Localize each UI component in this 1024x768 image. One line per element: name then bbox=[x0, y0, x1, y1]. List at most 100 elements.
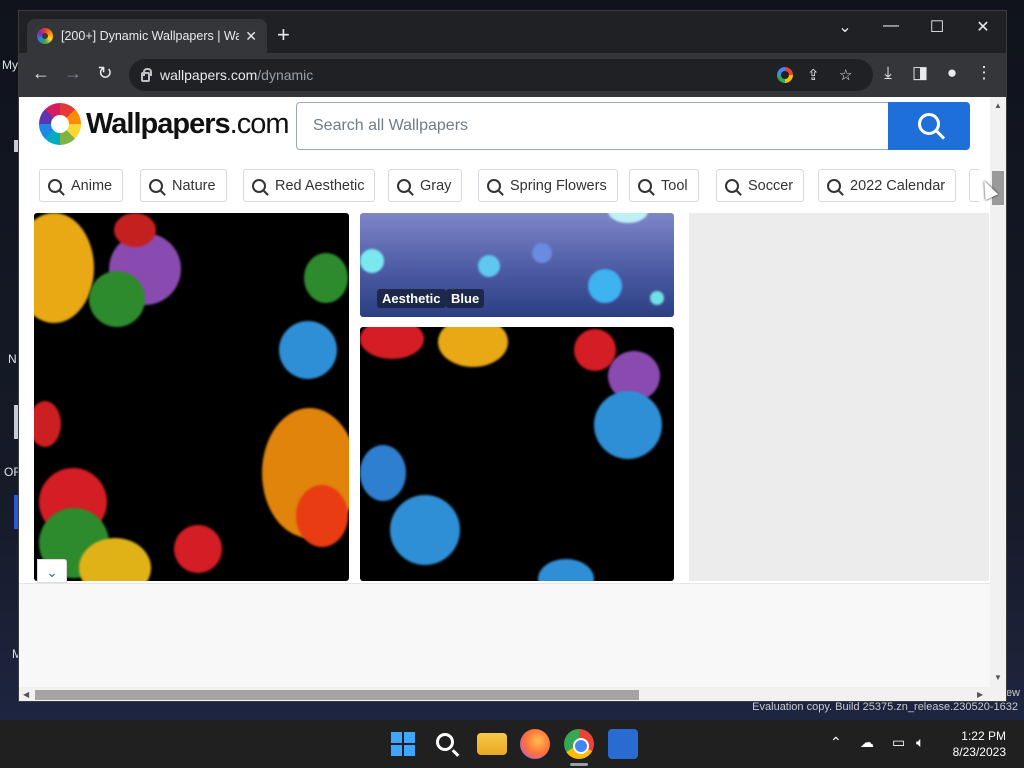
scroll-left-icon[interactable]: ◀ bbox=[23, 690, 29, 699]
network-icon[interactable]: ▭ bbox=[892, 734, 905, 751]
tray-overflow-icon[interactable]: ⌃ bbox=[830, 734, 842, 751]
page-footer-area bbox=[19, 583, 990, 687]
logo-wheel-icon bbox=[39, 103, 81, 145]
search-input[interactable]: Search all Wallpapers bbox=[296, 102, 889, 150]
google-icon[interactable] bbox=[777, 67, 793, 83]
evaluation-watermark: Evaluation copy. Build 25375.zn_release.… bbox=[752, 701, 1018, 713]
onedrive-icon[interactable]: ☁ bbox=[860, 734, 874, 751]
site-logo[interactable]: Wallpapers.com bbox=[39, 103, 289, 145]
site-header: Wallpapers.com Search all Wallpapers bbox=[19, 97, 990, 157]
tag-aesthetic[interactable]: Aesthetic bbox=[377, 289, 446, 308]
desktop-label: ew bbox=[1005, 687, 1020, 699]
bokeh-light bbox=[538, 559, 594, 581]
new-tab-button[interactable]: + bbox=[277, 23, 290, 47]
tab-search-button[interactable]: ⌄ bbox=[830, 17, 860, 37]
chip-partial[interactable] bbox=[969, 169, 979, 202]
search-icon bbox=[487, 178, 501, 193]
system-clock[interactable]: 1:22 PM 8/23/2023 bbox=[953, 728, 1006, 760]
taskbar-search-button[interactable] bbox=[432, 729, 462, 759]
tag-blue[interactable]: Blue bbox=[446, 289, 485, 308]
chip-nature[interactable]: Nature bbox=[140, 169, 227, 202]
chip-spring-flowers[interactable]: Spring Flowers bbox=[478, 169, 618, 202]
wallpaper-tile[interactable] bbox=[360, 327, 674, 581]
chip-anime[interactable]: Anime bbox=[39, 169, 124, 202]
search-icon bbox=[149, 178, 163, 193]
url-path: /dynamic bbox=[257, 67, 314, 83]
taskbar: ⌃ ☁ ▭ 🔈︎ 1:22 PM 8/23/2023 bbox=[0, 720, 1024, 768]
scroll-right-icon[interactable]: ▶ bbox=[977, 690, 983, 699]
close-tab-icon[interactable]: ✕ bbox=[245, 28, 257, 45]
reload-icon[interactable]: ↻ bbox=[93, 63, 117, 84]
bokeh-light bbox=[296, 485, 348, 547]
browser-toolbar: ← → ↻ wallpapers.com/dynamic ⇪ ☆ ⤓ ◨ ● ⋮ bbox=[19, 53, 1006, 97]
bokeh-light bbox=[650, 291, 664, 305]
bokeh-light bbox=[478, 255, 500, 277]
start-button[interactable] bbox=[388, 729, 418, 759]
title-bar: [200+] Dynamic Wallpapers | Wa ✕ + ⌄ — ☐… bbox=[19, 11, 1006, 53]
clock-date: 8/23/2023 bbox=[952, 745, 1006, 759]
active-app-indicator bbox=[570, 763, 588, 766]
search-icon bbox=[918, 113, 940, 135]
scroll-down-icon[interactable]: ▼ bbox=[994, 673, 1002, 682]
firefox-icon[interactable] bbox=[520, 729, 550, 759]
search-icon bbox=[827, 178, 841, 193]
remote-desktop-icon[interactable] bbox=[608, 729, 638, 759]
bokeh-light bbox=[594, 391, 662, 459]
chip-gray[interactable]: Gray bbox=[388, 169, 463, 202]
chip-soccer[interactable]: Soccer bbox=[716, 169, 805, 202]
search-icon bbox=[436, 733, 454, 751]
wallpaper-grid: Aesthetic Blue bbox=[34, 213, 989, 581]
chip-red-aesthetic[interactable]: Red Aesthetic bbox=[243, 169, 376, 202]
back-icon[interactable]: ← bbox=[29, 63, 53, 84]
volume-icon[interactable]: 🔈︎ bbox=[916, 734, 924, 751]
scroll-up-icon[interactable]: ▲ bbox=[994, 101, 1002, 110]
sidepanel-icon[interactable]: ◨ bbox=[909, 63, 931, 83]
close-window-button[interactable]: ✕ bbox=[968, 17, 998, 37]
search-icon bbox=[638, 178, 652, 193]
bokeh-light bbox=[532, 243, 552, 263]
address-bar[interactable]: wallpapers.com/dynamic ⇪ ☆ bbox=[129, 59, 873, 91]
favicon-icon bbox=[37, 28, 53, 44]
chrome-icon[interactable] bbox=[564, 729, 594, 759]
wallpaper-tile[interactable] bbox=[34, 213, 349, 581]
chip-tool[interactable]: Tool bbox=[629, 169, 699, 202]
lock-icon[interactable] bbox=[141, 68, 152, 82]
collapse-chevron-down-icon[interactable]: ⌄ bbox=[37, 559, 67, 583]
tag-chip-row: Anime Nature Red Aesthetic Gray Spring F… bbox=[39, 169, 979, 203]
logo-text: Wallpapers.com bbox=[86, 107, 289, 140]
browser-window: [200+] Dynamic Wallpapers | Wa ✕ + ⌄ — ☐… bbox=[18, 10, 1007, 702]
search-icon bbox=[725, 178, 739, 193]
maximize-button[interactable]: ☐ bbox=[922, 17, 952, 37]
clock-time: 1:22 PM bbox=[961, 729, 1006, 743]
search-icon bbox=[252, 178, 266, 193]
chip-2022-calendar[interactable]: 2022 Calendar bbox=[818, 169, 957, 202]
menu-icon[interactable]: ⋮ bbox=[973, 63, 995, 83]
bokeh-light bbox=[588, 269, 622, 303]
bokeh-light bbox=[608, 213, 648, 223]
bokeh-light bbox=[438, 327, 508, 367]
bokeh-light bbox=[360, 327, 424, 359]
bokeh-light bbox=[360, 445, 406, 501]
bokeh-light bbox=[174, 525, 222, 573]
star-icon[interactable]: ☆ bbox=[839, 66, 852, 84]
forward-icon[interactable]: → bbox=[61, 63, 85, 84]
tab-active[interactable]: [200+] Dynamic Wallpapers | Wa ✕ bbox=[27, 19, 267, 53]
download-icon[interactable]: ⤓ bbox=[877, 63, 899, 83]
bokeh-light bbox=[114, 213, 156, 247]
url-host: wallpapers.com bbox=[160, 67, 258, 83]
bokeh-light bbox=[390, 495, 460, 565]
ad-placeholder bbox=[689, 213, 989, 581]
tab-title: [200+] Dynamic Wallpapers | Wa bbox=[61, 29, 240, 43]
horizontal-scrollbar[interactable]: ◀ ▶ bbox=[19, 687, 1006, 701]
profile-icon[interactable]: ● bbox=[941, 63, 963, 83]
desktop-label: N bbox=[8, 352, 17, 366]
bokeh-light bbox=[89, 271, 145, 327]
share-icon[interactable]: ⇪ bbox=[807, 66, 820, 84]
wallpaper-tile[interactable]: Aesthetic Blue bbox=[360, 213, 674, 317]
file-explorer-icon[interactable] bbox=[477, 733, 507, 755]
minimize-button[interactable]: — bbox=[876, 17, 906, 35]
search-button[interactable] bbox=[888, 102, 970, 150]
search-icon bbox=[48, 178, 62, 193]
horizontal-scroll-thumb[interactable] bbox=[35, 690, 639, 700]
web-page: Wallpapers.com Search all Wallpapers Ani… bbox=[19, 97, 1006, 701]
